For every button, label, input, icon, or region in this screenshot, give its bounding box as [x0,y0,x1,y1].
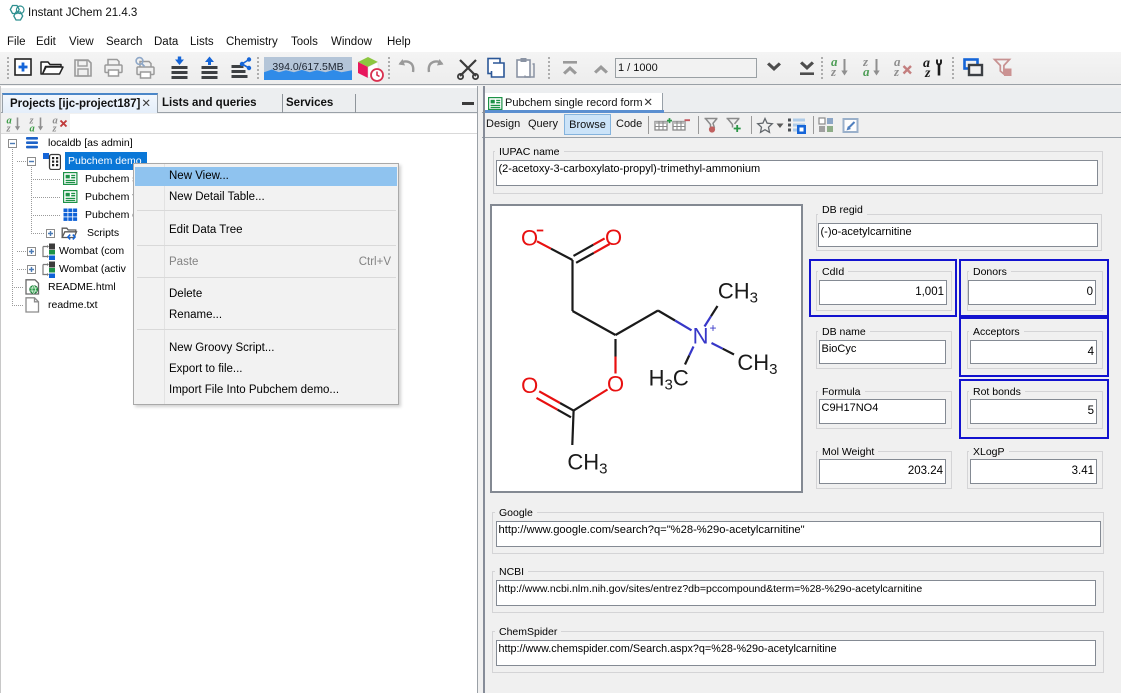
svg-text:a: a [863,64,870,79]
svg-text:CH3: CH3 [567,449,607,477]
svg-text:O: O [521,373,538,398]
svg-text:O: O [605,225,622,250]
svg-text:CH3: CH3 [737,350,777,378]
svg-text:H3C: H3C [649,365,689,393]
svg-text:a: a [30,124,35,133]
svg-text:z: z [924,66,931,80]
svg-text:O: O [607,371,624,396]
svg-text:CH3: CH3 [718,279,758,307]
svg-text:N: N [693,323,709,348]
svg-text:O: O [521,225,538,250]
svg-text:+: + [710,321,717,335]
